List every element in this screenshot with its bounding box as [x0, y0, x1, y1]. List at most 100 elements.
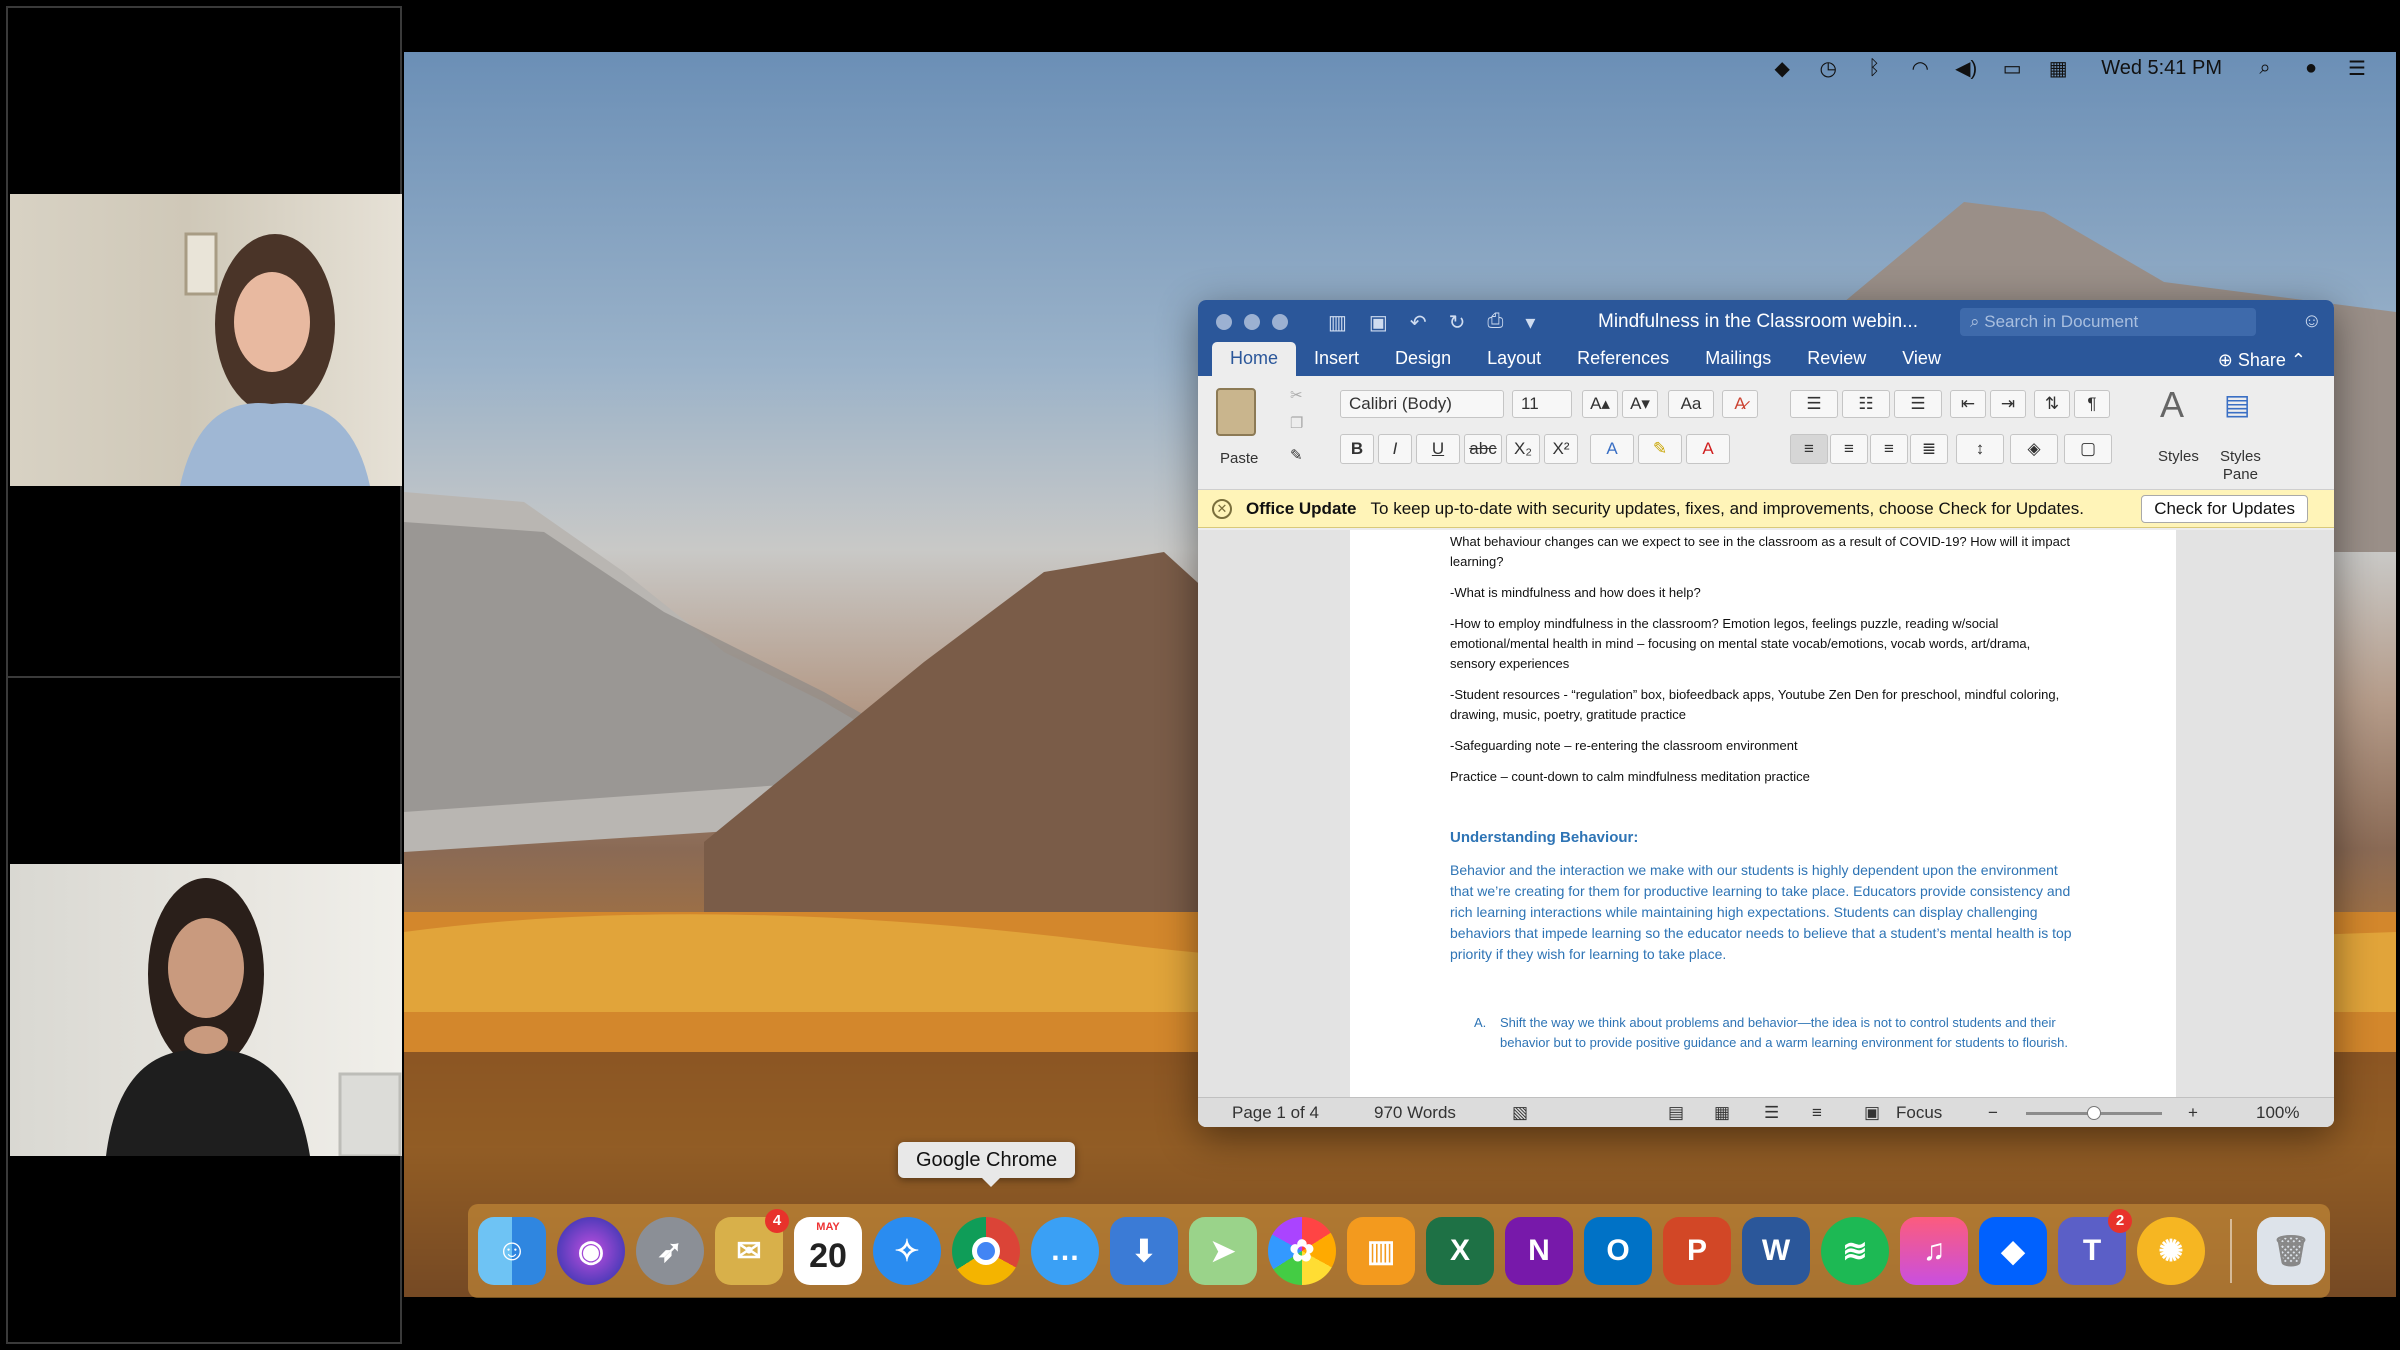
web-layout-view-icon[interactable]: ▦ — [1714, 1103, 1730, 1123]
justify-button[interactable]: ≣ — [1910, 434, 1948, 464]
wifi-icon[interactable]: ◠ — [1907, 57, 1933, 80]
messages-icon[interactable]: … — [1031, 1217, 1099, 1285]
tab-mailings[interactable]: Mailings — [1687, 342, 1789, 376]
photos-icon[interactable]: ✿ — [1268, 1217, 1336, 1285]
styles-label[interactable]: Styles — [2158, 448, 2199, 465]
styles-pane-label[interactable]: Styles Pane — [2220, 448, 2261, 484]
feedback-smiley-icon[interactable]: ☺ — [2302, 310, 2322, 333]
teams-icon[interactable]: T2 — [2058, 1209, 2132, 1285]
font-size-select[interactable]: 11 — [1512, 390, 1572, 418]
proofing-icon[interactable]: ▧ — [1512, 1103, 1528, 1123]
zoom-level[interactable]: 100% — [2256, 1103, 2299, 1123]
zoom-window-button[interactable] — [1272, 314, 1288, 330]
dropbox-icon[interactable]: ◆ — [1769, 57, 1795, 80]
subscript-button[interactable]: X₂ — [1506, 434, 1540, 464]
italic-button[interactable]: I — [1378, 434, 1412, 464]
focus-mode-icon[interactable]: ▣ — [1864, 1103, 1880, 1123]
strikethrough-button[interactable]: abc — [1464, 434, 1502, 464]
font-color-button[interactable]: A — [1686, 434, 1730, 464]
bluetooth-icon[interactable]: ᛒ — [1861, 57, 1887, 79]
text-effects-button[interactable]: A — [1590, 434, 1634, 464]
styles-pane-icon[interactable]: ▤ — [2224, 388, 2250, 421]
underline-button[interactable]: U — [1416, 434, 1460, 464]
zoom-in-icon[interactable]: + — [2188, 1103, 2198, 1123]
superscript-button[interactable]: X² — [1544, 434, 1578, 464]
tab-design[interactable]: Design — [1377, 342, 1469, 376]
highlight-color-button[interactable]: ✎ — [1638, 434, 1682, 464]
itunes-icon[interactable]: ♫ — [1900, 1217, 1968, 1285]
cut-icon[interactable]: ✂ — [1290, 386, 1303, 404]
show-formatting-button[interactable]: ¶ — [2074, 390, 2110, 418]
siri-icon[interactable]: ● — [2298, 57, 2324, 79]
powerpoint-icon[interactable]: P — [1663, 1217, 1731, 1285]
font-name-select[interactable]: Calibri (Body) — [1340, 390, 1504, 418]
increase-indent-button[interactable]: ⇥ — [1990, 390, 2026, 418]
tab-home[interactable]: Home — [1212, 342, 1297, 376]
document-page[interactable]: What behaviour changes can we expect to … — [1350, 530, 2176, 1098]
zoom-slider-thumb[interactable] — [2087, 1106, 2101, 1120]
flag-icon[interactable]: ▦ — [2045, 57, 2071, 80]
tab-references[interactable]: References — [1559, 342, 1687, 376]
onenote-icon[interactable]: N — [1505, 1217, 1573, 1285]
time-machine-icon[interactable]: ◷ — [1815, 57, 1841, 80]
page-count[interactable]: Page 1 of 4 — [1232, 1103, 1319, 1123]
customize-toolbar-icon[interactable]: ▾ — [1525, 310, 1535, 335]
books-icon[interactable]: ▥ — [1347, 1217, 1415, 1285]
print-layout-view-icon[interactable]: ▤ — [1668, 1103, 1684, 1123]
grow-font-button[interactable]: A▴ — [1582, 390, 1618, 418]
menubar-clock[interactable]: Wed 5:41 PM — [2101, 57, 2222, 80]
tab-review[interactable]: Review — [1789, 342, 1884, 376]
decrease-indent-button[interactable]: ⇤ — [1950, 390, 1986, 418]
launchpad-icon[interactable]: ➶ — [636, 1217, 704, 1285]
multilevel-list-button[interactable]: ☰ — [1894, 390, 1942, 418]
shrink-font-button[interactable]: A▾ — [1622, 390, 1658, 418]
pinwheel-app-icon[interactable]: ✺ — [2137, 1217, 2205, 1285]
save-icon[interactable]: ▣ — [1369, 310, 1388, 335]
styles-icon[interactable]: A — [2160, 384, 2184, 426]
dropbox-dock-icon[interactable]: ◆ — [1979, 1217, 2047, 1285]
line-spacing-button[interactable]: ↕ — [1956, 434, 2004, 464]
minimize-window-button[interactable] — [1244, 314, 1260, 330]
calendar-icon[interactable]: MAY 20 — [794, 1217, 862, 1285]
share-button[interactable]: ⊕ Share ⌃ — [2218, 350, 2306, 371]
outlook-icon[interactable]: O — [1584, 1217, 1652, 1285]
tab-view[interactable]: View — [1884, 342, 1959, 376]
trash-icon[interactable]: 🗑 — [2257, 1217, 2325, 1285]
sort-button[interactable]: ⇅ — [2034, 390, 2070, 418]
undo-icon[interactable]: ↶ — [1410, 310, 1427, 335]
battery-icon[interactable]: ▭ — [1999, 57, 2025, 80]
mail-app-icon[interactable]: ✉ 4 — [715, 1209, 789, 1285]
finder-icon[interactable]: ☺ — [478, 1217, 546, 1285]
align-left-button[interactable]: ≡ — [1790, 434, 1828, 464]
dismiss-notice-icon[interactable]: ✕ — [1212, 498, 1232, 519]
bullets-button[interactable]: ☰ — [1790, 390, 1838, 418]
search-document-field[interactable]: ⌕ Search in Document — [1960, 308, 2256, 336]
close-window-button[interactable] — [1216, 314, 1232, 330]
change-case-button[interactable]: Aa — [1668, 390, 1714, 418]
siri-dock-icon[interactable]: ◉ — [557, 1217, 625, 1285]
borders-button[interactable]: ▢ — [2064, 434, 2112, 464]
redo-icon[interactable]: ↻ — [1449, 310, 1466, 335]
bold-button[interactable]: B — [1340, 434, 1374, 464]
print-icon[interactable]: ⎙ — [1487, 310, 1503, 335]
outline-view-icon[interactable]: ☰ — [1764, 1103, 1779, 1123]
zoom-out-icon[interactable]: − — [1988, 1103, 1998, 1123]
word-icon[interactable]: W — [1742, 1217, 1810, 1285]
spotlight-search-icon[interactable]: ⌕ — [2252, 57, 2278, 79]
shading-button[interactable]: ◈ — [2010, 434, 2058, 464]
google-chrome-icon[interactable] — [952, 1217, 1020, 1285]
focus-label[interactable]: Focus — [1896, 1103, 1942, 1123]
sidebar-toggle-icon[interactable]: ▥ — [1328, 310, 1347, 335]
spotify-icon[interactable]: ≋ — [1821, 1217, 1889, 1285]
align-center-button[interactable]: ≡ — [1830, 434, 1868, 464]
notification-center-icon[interactable]: ☰ — [2344, 57, 2370, 80]
downloads-icon[interactable]: ⬇ — [1110, 1217, 1178, 1285]
tab-insert[interactable]: Insert — [1296, 342, 1377, 376]
clear-formatting-button[interactable]: A̷ — [1722, 390, 1758, 418]
volume-icon[interactable]: ◀) — [1953, 57, 1979, 80]
copy-icon[interactable]: ❐ — [1290, 414, 1303, 432]
word-count[interactable]: 970 Words — [1374, 1103, 1456, 1123]
excel-icon[interactable]: X — [1426, 1217, 1494, 1285]
numbering-button[interactable]: ☷ — [1842, 390, 1890, 418]
tab-layout[interactable]: Layout — [1469, 342, 1559, 376]
